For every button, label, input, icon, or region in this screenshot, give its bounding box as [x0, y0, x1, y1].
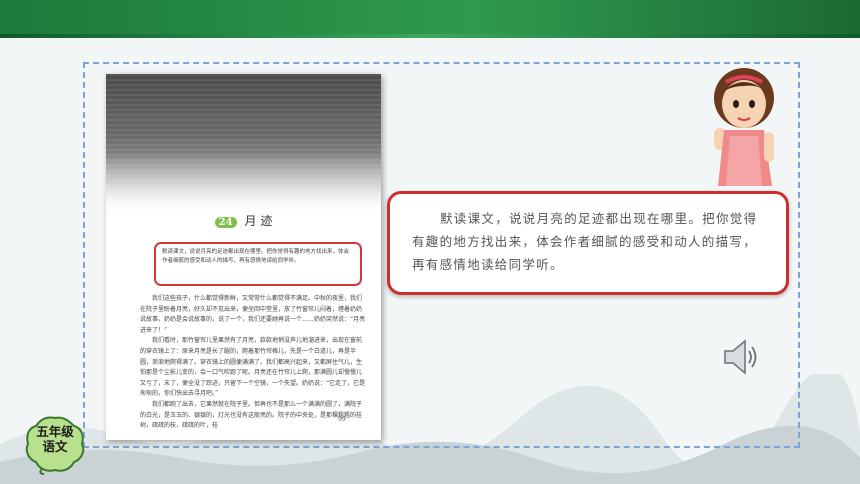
hint-callout-text: 默读课文，说说月亮的足迹都出现在哪里。把你觉得有趣的地方找出来，体会作者细腻的感…	[412, 211, 758, 272]
hint-callout: 默读课文，说说月亮的足迹都出现在哪里。把你觉得有趣的地方找出来，体会作者细腻的感…	[387, 191, 789, 295]
girl-illustration	[714, 68, 774, 186]
textbook-hint-text: 默读课文，说说月亮的足迹都出现在哪里。把你觉得有趣的地方找出来，体会作者细腻的感…	[162, 249, 350, 264]
textbook-page: 24 月 迹 默读课文，说说月亮的足迹都出现在哪里。把你觉得有趣的地方找出来，体会…	[106, 74, 381, 440]
lesson-title-text: 月 迹	[244, 214, 273, 228]
grade-label: 五年级	[36, 424, 74, 439]
page-number: 99	[338, 416, 346, 423]
header-bar	[0, 0, 860, 38]
lesson-title: 24 月 迹	[106, 212, 381, 229]
body-paragraph: 我们都跑了出去，它果然就在院子里。但再也不是那么一个满满的圆了，满院子的白光，是…	[140, 400, 363, 430]
header-sheen	[0, 34, 860, 38]
subject-label: 语文	[42, 439, 68, 454]
textbook-header-photo	[106, 74, 381, 214]
textbook-body: 我们这些孩子，什么都觉得新鲜，又常常什么都觉得不满足。中秋的夜里，我们在院子里盼…	[140, 294, 366, 432]
body-paragraph: 我们这些孩子，什么都觉得新鲜，又常常什么都觉得不满足。中秋的夜里，我们在院子里盼…	[140, 295, 366, 334]
textbook-hint-box: 默读课文，说说月亮的足迹都出现在哪里。把你觉得有趣的地方找出来，体会作者细腻的感…	[154, 242, 362, 286]
speaker-icon[interactable]	[721, 337, 763, 377]
body-paragraph: 我们看时，那竹窗帘儿里果然有了月亮，款款地悄没声儿地溜进来，出现在窗前的穿衣镜上…	[140, 337, 366, 398]
lesson-number-badge: 24	[214, 217, 237, 228]
grade-badge-text: 五年级 语文	[24, 424, 86, 454]
